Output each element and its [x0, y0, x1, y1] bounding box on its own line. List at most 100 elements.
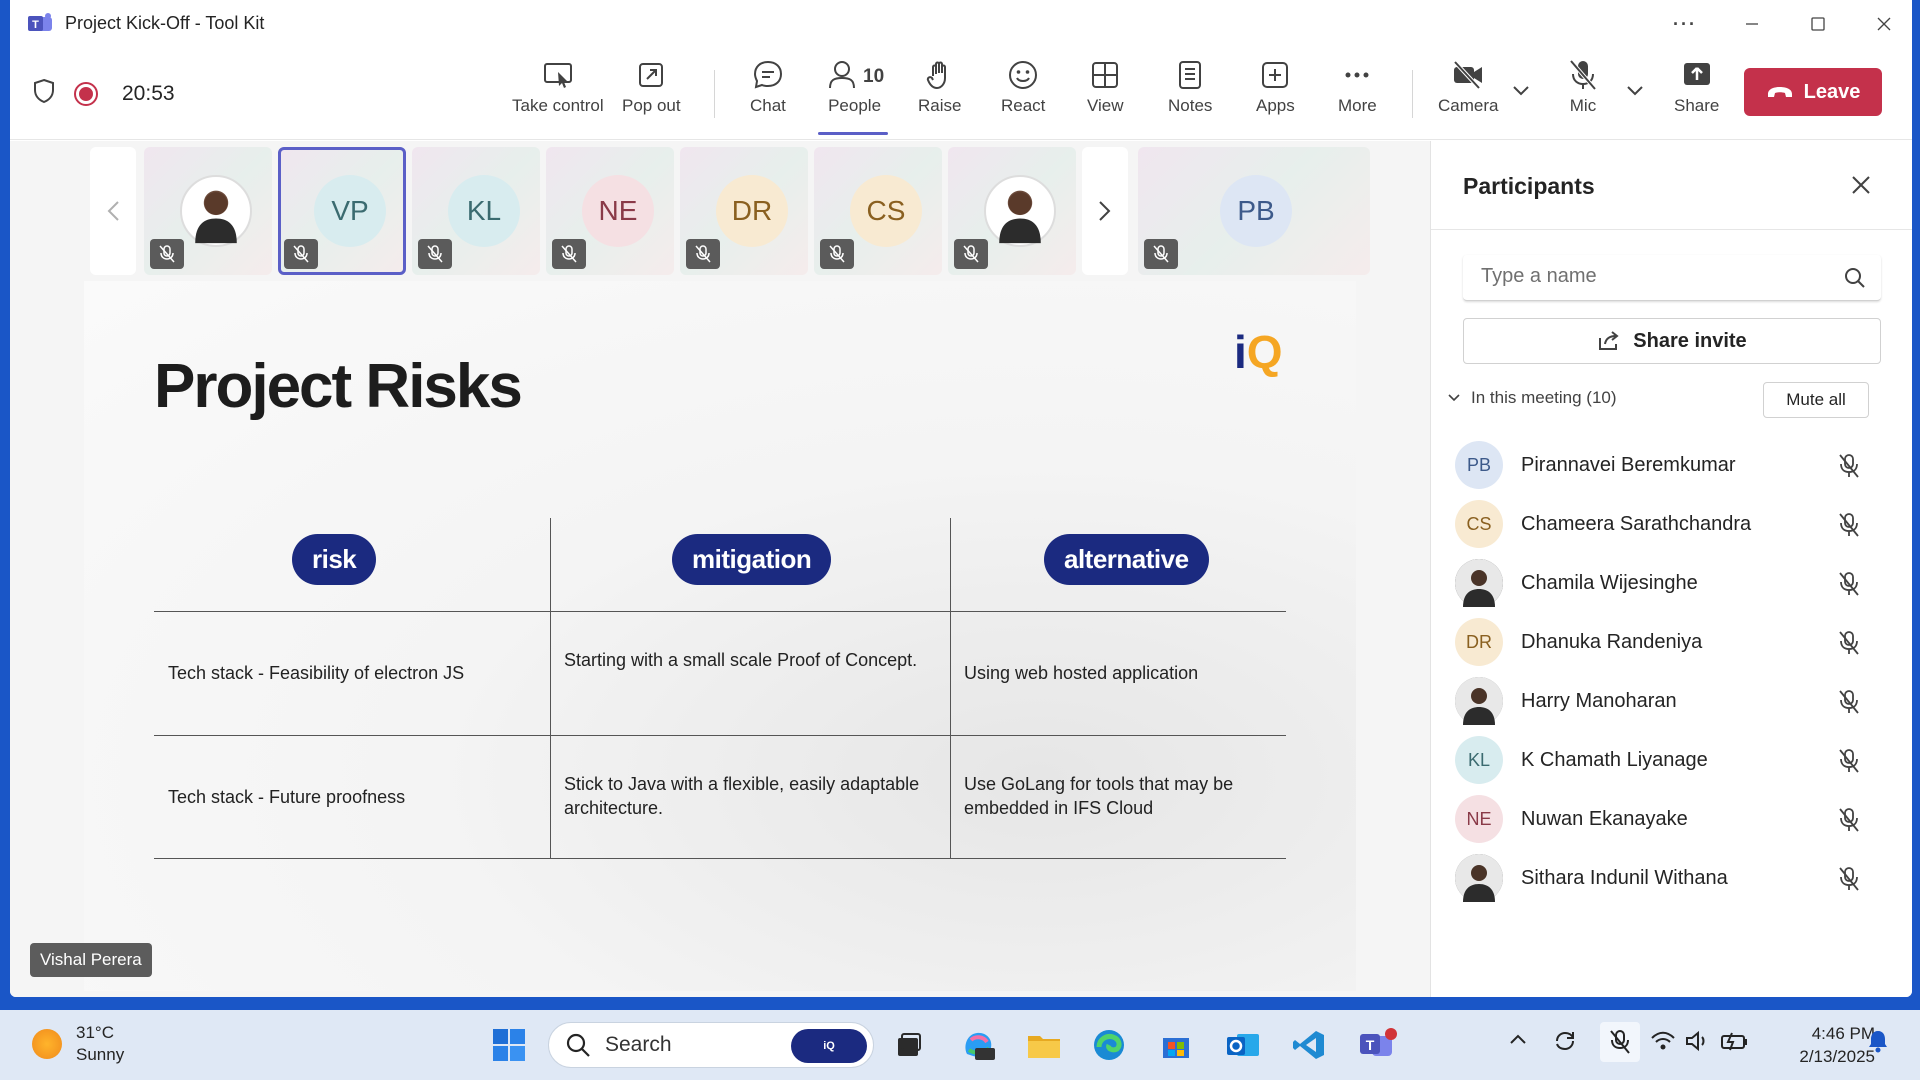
participant-tile[interactable]: CS: [814, 147, 942, 275]
camera-off-icon: [1453, 60, 1483, 90]
avatar: KL: [448, 175, 520, 247]
microsoft-store-icon[interactable]: [1155, 1024, 1197, 1066]
strip-prev-chevron-icon[interactable]: [90, 147, 136, 275]
share-button[interactable]: Share: [1674, 58, 1719, 130]
raise-hand-button[interactable]: Raise: [918, 58, 961, 130]
people-count: 10: [863, 66, 885, 87]
mute-all-button[interactable]: Mute all: [1763, 382, 1869, 418]
notes-icon: [1179, 61, 1202, 89]
system-clock[interactable]: 4:46 PM 2/13/2025: [1760, 1022, 1875, 1068]
minimize-button[interactable]: [1722, 0, 1782, 48]
search-input[interactable]: [1481, 265, 1821, 288]
m365-copilot-icon[interactable]: [958, 1024, 1000, 1066]
windows-taskbar: 31°C Sunny Search iQ T 4:46 PM 2/13/2025: [0, 1010, 1920, 1080]
sync-icon[interactable]: [1552, 1028, 1578, 1059]
mic-muted-tray-icon[interactable]: [1600, 1022, 1640, 1062]
participant-list-item[interactable]: DR Dhanuka Randeniya: [1455, 614, 1875, 670]
muted-mic-icon: [954, 239, 988, 269]
participant-list-item[interactable]: PB Pirannavei Beremkumar: [1455, 437, 1875, 493]
teams-window: T Project Kick-Off - Tool Kit ··· 20:53 …: [10, 0, 1912, 997]
participant-list-item[interactable]: KL K Chamath Liyanage: [1455, 732, 1875, 788]
raise-hand-icon: [926, 61, 946, 90]
teams-taskbar-icon[interactable]: T: [1352, 1024, 1404, 1066]
sun-icon: [32, 1029, 62, 1059]
leave-button[interactable]: Leave: [1744, 68, 1882, 116]
strip-next-chevron-icon[interactable]: [1082, 147, 1128, 275]
participant-name: Chameera Sarathchandra: [1521, 512, 1752, 535]
mic-options-chevron-icon[interactable]: [1626, 84, 1644, 102]
search-icon[interactable]: [1843, 266, 1867, 295]
show-hidden-icons-chevron-icon[interactable]: [1508, 1030, 1528, 1055]
mic-off-icon[interactable]: [1837, 512, 1861, 543]
take-control-button[interactable]: Take control: [512, 58, 604, 130]
maximize-button[interactable]: [1788, 0, 1848, 48]
notes-button[interactable]: Notes: [1168, 58, 1212, 130]
windows-start-icon[interactable]: [488, 1024, 530, 1066]
more-options-icon[interactable]: ···: [1655, 0, 1715, 48]
apps-button[interactable]: Apps: [1256, 58, 1295, 130]
mic-off-icon[interactable]: [1837, 689, 1861, 720]
camera-button[interactable]: Camera: [1438, 58, 1498, 130]
meeting-toolbar: 20:53 Take control Pop out Chat 10 Peopl…: [10, 48, 1912, 140]
muted-mic-icon: [150, 239, 184, 269]
taskbar-search[interactable]: Search iQ: [548, 1022, 874, 1068]
close-window-button[interactable]: [1854, 0, 1912, 48]
participant-tile[interactable]: [948, 147, 1076, 275]
outlook-icon[interactable]: [1222, 1024, 1264, 1066]
avatar-initials: DR: [1466, 631, 1492, 652]
participant-list-item[interactable]: Chamila Wijesinghe: [1455, 555, 1875, 611]
pinned-participant-tile[interactable]: PB: [1138, 147, 1370, 275]
participant-tile[interactable]: NE: [546, 147, 674, 275]
muted-mic-icon: [552, 239, 586, 269]
clock-time: 4:46 PM: [1811, 1024, 1875, 1043]
more-button[interactable]: More: [1338, 58, 1377, 130]
avatar-initials: NE: [1466, 808, 1492, 829]
chat-icon: [753, 60, 782, 89]
share-icon: [1599, 331, 1619, 350]
share-invite-button[interactable]: Share invite: [1463, 318, 1881, 364]
volume-icon[interactable]: [1684, 1030, 1710, 1057]
vscode-icon[interactable]: [1288, 1024, 1330, 1066]
camera-options-chevron-icon[interactable]: [1512, 84, 1530, 102]
chevron-down-icon: [1448, 394, 1460, 402]
wifi-icon[interactable]: [1650, 1030, 1676, 1057]
mic-off-icon[interactable]: [1837, 630, 1861, 661]
battery-icon[interactable]: [1720, 1030, 1750, 1057]
participant-tile[interactable]: DR: [680, 147, 808, 275]
shield-icon[interactable]: [32, 78, 56, 109]
participant-list-item[interactable]: Harry Manoharan: [1455, 673, 1875, 729]
in-meeting-label: In this meeting (10): [1471, 388, 1617, 407]
participant-tile[interactable]: VP: [278, 147, 406, 275]
edge-browser-icon[interactable]: [1088, 1024, 1130, 1066]
muted-mic-icon: [820, 239, 854, 269]
iq-logo: iQ: [1234, 326, 1283, 378]
apps-label: Apps: [1256, 96, 1295, 115]
mic-button[interactable]: Mic: [1566, 58, 1600, 130]
mic-off-icon[interactable]: [1837, 748, 1861, 779]
file-explorer-icon[interactable]: [1023, 1024, 1065, 1066]
participant-tile[interactable]: [144, 147, 272, 275]
window-title: Project Kick-Off - Tool Kit: [65, 13, 265, 33]
participant-list-item[interactable]: CS Chameera Sarathchandra: [1455, 496, 1875, 552]
mic-off-icon[interactable]: [1837, 571, 1861, 602]
weather-widget[interactable]: 31°C Sunny: [32, 1022, 124, 1066]
participant-tile[interactable]: KL: [412, 147, 540, 275]
mic-off-icon[interactable]: [1837, 866, 1861, 897]
view-button[interactable]: View: [1087, 58, 1124, 130]
participant-list-item[interactable]: NE Nuwan Ekanayake: [1455, 791, 1875, 847]
mic-off-icon[interactable]: [1837, 453, 1861, 484]
close-icon[interactable]: [1845, 169, 1877, 201]
task-view-icon[interactable]: [888, 1024, 930, 1066]
participant-name: Nuwan Ekanayake: [1521, 807, 1688, 830]
weather-condition: Sunny: [76, 1045, 125, 1064]
notification-bell-icon[interactable]: [1866, 1028, 1890, 1059]
mic-off-icon[interactable]: [1837, 807, 1861, 838]
pop-out-button[interactable]: Pop out: [622, 58, 681, 130]
people-button[interactable]: 10 People: [825, 58, 884, 130]
in-meeting-section-header[interactable]: In this meeting (10): [1447, 388, 1617, 408]
react-button[interactable]: React: [1001, 58, 1045, 130]
add-app-icon: [1262, 62, 1289, 88]
chat-button[interactable]: Chat: [750, 58, 786, 130]
participant-list-item[interactable]: Sithara Indunil Withana: [1455, 850, 1875, 906]
share-invite-label: Share invite: [1633, 329, 1747, 352]
